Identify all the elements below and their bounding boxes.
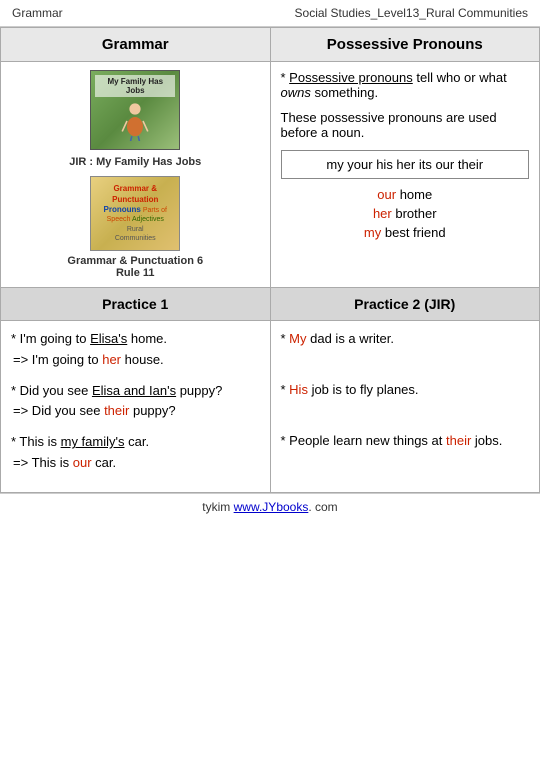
- practice-header-row: Practice 1 Practice 2 (JIR): [1, 288, 540, 321]
- practice1-item2-line1: * Did you see Elisa and Ian's puppy?: [11, 381, 260, 402]
- top-bar-right: Social Studies_Level13_Rural Communities: [295, 6, 528, 20]
- possessive-pronouns-link: Possessive pronouns: [289, 70, 413, 85]
- practice-content-row: * I'm going to Elisa's home. => I'm goin…: [1, 321, 540, 493]
- book2-caption: Grammar & Punctuation 6 Rule 11: [11, 255, 260, 279]
- practice1-item3-arrow: => This is our car.: [11, 453, 260, 474]
- book2-image: Grammar & Punctuation Pronouns Parts of …: [90, 176, 180, 251]
- practice1-header: Practice 1: [1, 288, 271, 321]
- pronouns-box: my your his her its our their: [281, 150, 530, 179]
- grammar-left-cell: My Family Has Jobs JIR : My Family Has J: [1, 62, 271, 288]
- book1-caption: JIR : My Family Has Jobs: [11, 156, 260, 168]
- content-row: My Family Has Jobs JIR : My Family Has J: [1, 62, 540, 288]
- footer-link[interactable]: www.JYbooks: [234, 500, 309, 514]
- practice2-header: Practice 2 (JIR): [270, 288, 540, 321]
- pronoun-intro2: These possessive pronouns are used befor…: [281, 110, 530, 140]
- top-bar-left: Grammar: [12, 6, 63, 20]
- practice1-cell: * I'm going to Elisa's home. => I'm goin…: [1, 321, 271, 493]
- practice1-item1-arrow: => I'm going to her house.: [11, 350, 260, 371]
- practice2-item2: * His job is to fly planes.: [281, 380, 530, 401]
- pronoun-intro1: * Possessive pronouns tell who or what o…: [281, 70, 530, 100]
- main-content-table: Grammar Possessive Pronouns My Family Ha…: [0, 27, 540, 493]
- pronouns-header: Possessive Pronouns: [270, 28, 540, 62]
- header-row: Grammar Possessive Pronouns: [1, 28, 540, 62]
- practice2-item3: * People learn new things at their jobs.: [281, 431, 530, 452]
- pronouns-cell: * Possessive pronouns tell who or what o…: [270, 62, 540, 288]
- example1: our home: [281, 187, 530, 202]
- grammar-header: Grammar: [1, 28, 271, 62]
- practice1-item1: * I'm going to Elisa's home. => I'm goin…: [11, 329, 260, 371]
- footer: tykim www.JYbooks. com: [0, 493, 540, 520]
- top-bar: Grammar Social Studies_Level13_Rural Com…: [0, 0, 540, 27]
- practice1-item2: * Did you see Elisa and Ian's puppy? => …: [11, 381, 260, 423]
- book1-image: My Family Has Jobs: [90, 70, 180, 150]
- practice2-cell: * My dad is a writer. * His job is to fl…: [270, 321, 540, 493]
- owns-italic: owns: [281, 85, 311, 100]
- practice1-item3: * This is my family's car. => This is ou…: [11, 432, 260, 474]
- practice1-item3-line1: * This is my family's car.: [11, 432, 260, 453]
- example2: her brother: [281, 206, 530, 221]
- practice1-item1-line1: * I'm going to Elisa's home.: [11, 329, 260, 350]
- example3: my best friend: [281, 225, 530, 240]
- practice1-item2-arrow: => Did you see their puppy?: [11, 401, 260, 422]
- practice2-item1: * My dad is a writer.: [281, 329, 530, 350]
